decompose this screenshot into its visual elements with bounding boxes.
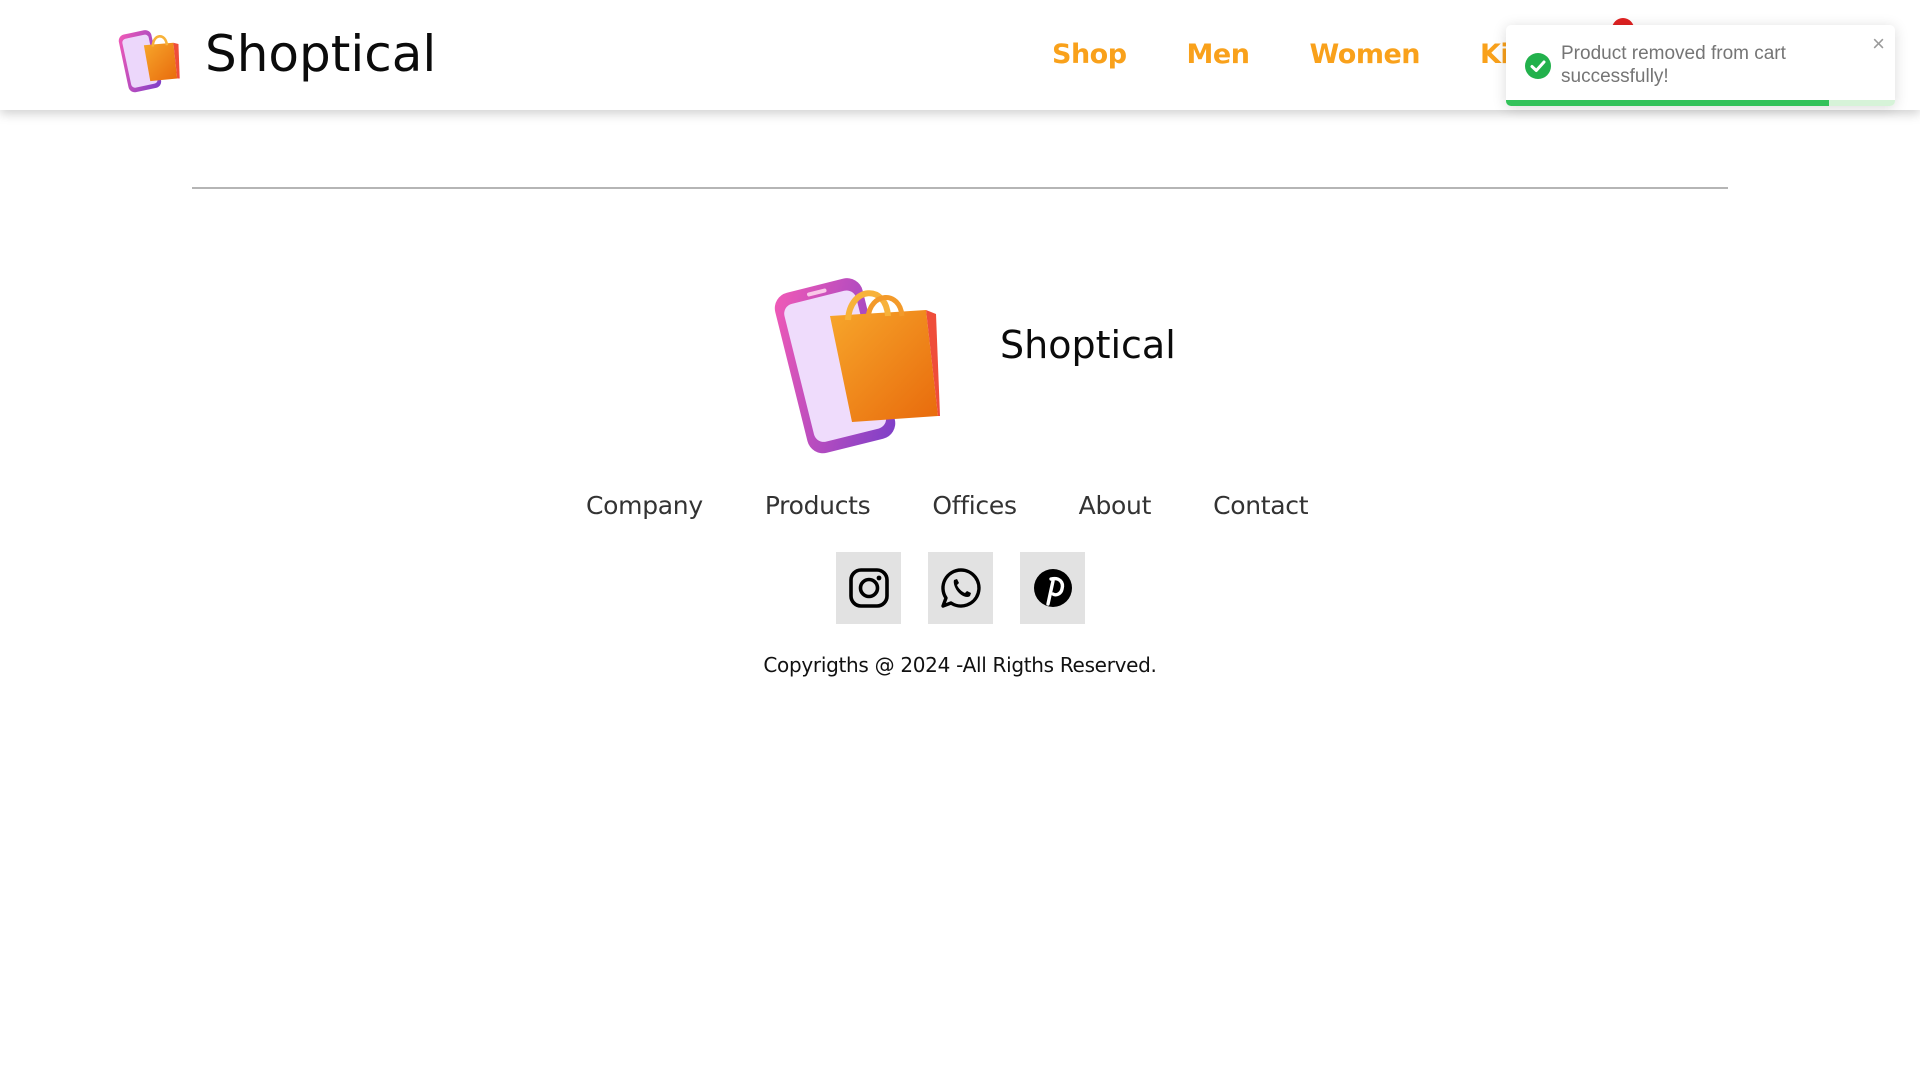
copyright-text: Copyrigths @ 2024 -All Rigths Reserved. bbox=[763, 653, 1157, 677]
nav-women[interactable]: Women bbox=[1309, 38, 1420, 72]
toast-progress-bar bbox=[1506, 100, 1829, 106]
main-nav: Shop Men Women Kids bbox=[1052, 38, 1544, 72]
nav-men[interactable]: Men bbox=[1187, 38, 1250, 72]
footer-brand-name: Shoptical bbox=[1000, 323, 1176, 367]
divider bbox=[192, 187, 1728, 189]
shopping-bag-phone-logo-icon bbox=[118, 30, 180, 93]
instagram-icon bbox=[848, 568, 889, 608]
nav-shop[interactable]: Shop bbox=[1052, 38, 1127, 72]
pinterest-icon bbox=[1033, 569, 1072, 607]
pinterest-button[interactable] bbox=[1020, 552, 1085, 624]
footer-logo bbox=[770, 270, 942, 460]
brand[interactable]: Shoptical bbox=[117, 26, 436, 94]
instagram-button[interactable] bbox=[836, 552, 901, 624]
footer-link-about[interactable]: About bbox=[1079, 488, 1152, 524]
footer-link-contact[interactable]: Contact bbox=[1213, 488, 1308, 524]
check-circle-icon bbox=[1525, 53, 1551, 79]
footer-link-offices[interactable]: Offices bbox=[932, 488, 1017, 524]
whatsapp-button[interactable] bbox=[928, 552, 993, 624]
footer-link-products[interactable]: Products bbox=[765, 488, 871, 524]
toast-message: Product removed from cart successfully! bbox=[1561, 43, 1786, 87]
toast-notification: Product removed from cart successfully! … bbox=[1506, 25, 1895, 106]
footer-link-company[interactable]: Company bbox=[586, 488, 703, 524]
shopping-bag-phone-logo-icon bbox=[774, 278, 940, 454]
footer-links: Company Products Offices About Contact bbox=[586, 488, 1309, 524]
brand-name: Shoptical bbox=[205, 25, 437, 83]
close-icon[interactable]: × bbox=[1872, 33, 1885, 55]
whatsapp-icon bbox=[940, 568, 981, 608]
social-links bbox=[836, 552, 1085, 624]
